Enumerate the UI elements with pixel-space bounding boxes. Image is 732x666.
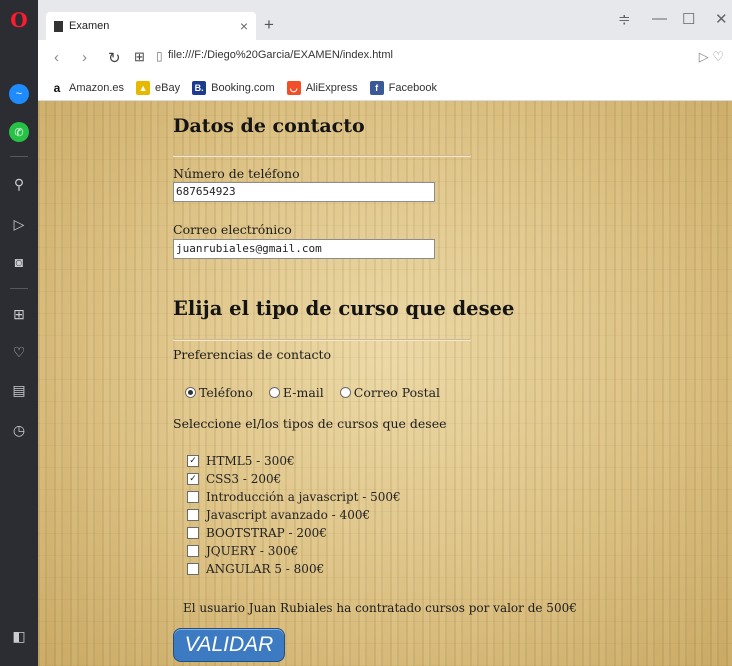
course-label: HTML5 - 300€	[206, 454, 295, 468]
bookmark-label: Facebook	[388, 82, 437, 94]
course-label: Introducción a javascript - 500€	[206, 490, 401, 504]
checkbox[interactable]: ✓	[187, 473, 199, 485]
validar-button[interactable]: VALIDAR	[173, 628, 285, 662]
close-tab-icon[interactable]: ×	[240, 18, 248, 34]
speed-dial-icon[interactable]: ⊞	[7, 302, 31, 326]
bookmark-label: eBay	[155, 82, 181, 94]
checkbox[interactable]	[187, 527, 199, 539]
course-label: Javascript avanzado - 400€	[206, 508, 371, 522]
bookmark-label: Booking.com	[211, 82, 275, 94]
forward-icon[interactable]: ›	[82, 49, 87, 66]
back-icon[interactable]: ‹	[54, 49, 59, 66]
heart-icon[interactable]: ♡	[7, 340, 31, 364]
radio-label: Correo Postal	[353, 385, 441, 400]
contact-pref-radio-group: Teléfono E-mail Correo Postal	[185, 385, 456, 400]
course-label: CSS3 - 200€	[206, 472, 282, 486]
close-window-icon[interactable]: ✕	[715, 10, 728, 28]
bookmarks-bar: a Amazon.es ▲ eBay B. Booking.com ◡ AliE…	[38, 76, 732, 101]
checkbox[interactable]	[187, 545, 199, 557]
course-checkbox-list: ✓ HTML5 - 300€ ✓ CSS3 - 200€ Introducción …	[187, 452, 401, 578]
new-tab-icon[interactable]: +	[264, 15, 274, 35]
summary-text: El usuario Juan Rubiales ha contratado c…	[183, 601, 577, 615]
speed-dial-icon[interactable]: ⊞	[134, 49, 145, 65]
course-item[interactable]: ✓ CSS3 - 200€	[187, 470, 401, 488]
document-icon	[54, 20, 63, 32]
web-page: Datos de contacto Número de teléfono 687…	[38, 101, 732, 666]
radio-button[interactable]	[185, 387, 196, 398]
bookmark-label: Amazon.es	[69, 82, 125, 94]
radio-label: Teléfono	[199, 385, 253, 400]
checkbox[interactable]	[187, 509, 199, 521]
maximize-icon[interactable]: ☐	[682, 10, 695, 28]
radio-telefono[interactable]: Teléfono	[185, 385, 253, 400]
radio-button[interactable]	[339, 387, 351, 398]
send-flow-button-icon[interactable]: ▷ ♡	[699, 49, 724, 65]
opera-menu-icon[interactable]: O	[7, 8, 31, 32]
opera-sidebar: O ~ ✆ ⚲ ▷ ◙ ⊞ ♡ ▤ ◷ ◧	[0, 0, 38, 666]
email-label: Correo electrónico	[173, 222, 292, 237]
snapshot-icon[interactable]: ◙	[7, 250, 31, 274]
contact-heading: Datos de contacto	[173, 115, 365, 137]
course-heading: Elija el tipo de curso que desee	[173, 297, 515, 320]
minimize-icon[interactable]: —	[652, 10, 667, 27]
course-label: BOOTSTRAP - 200€	[206, 526, 327, 540]
bookmark-facebook[interactable]: f Facebook	[369, 81, 437, 95]
whatsapp-icon[interactable]: ✆	[7, 120, 31, 144]
bookmark-ebay[interactable]: ▲ eBay	[136, 81, 180, 95]
facebook-icon: f	[369, 81, 384, 95]
history-icon[interactable]: ◷	[7, 418, 31, 442]
tab-menu-icon[interactable]: ≑	[618, 10, 631, 28]
booking-icon: B.	[192, 81, 207, 95]
page-icon: ▯	[156, 49, 163, 63]
course-label: JQUERY - 300€	[206, 544, 299, 558]
news-icon[interactable]: ▤	[7, 378, 31, 402]
bookmark-aliexpress[interactable]: ◡ AliExpress	[286, 81, 358, 95]
sidebar-toggle-icon[interactable]: ◧	[7, 624, 31, 648]
send-flow-icon[interactable]: ▷	[7, 212, 31, 236]
bookmark-label: AliExpress	[305, 82, 358, 94]
checkbox[interactable]: ✓	[187, 455, 199, 467]
phone-label: Número de teléfono	[173, 166, 300, 181]
address-bar: ‹ › ↻ ⊞ ▯ file:///F:/Diego%20Garcia/EXAM…	[38, 40, 732, 77]
email-input[interactable]: juanrubiales@gmail.com	[173, 239, 435, 259]
radio-button[interactable]	[268, 387, 280, 398]
course-item[interactable]: Javascript avanzado - 400€	[187, 506, 401, 524]
amazon-icon: a	[53, 81, 61, 95]
tab-title: Examen	[69, 20, 110, 32]
tab-examen[interactable]: Examen ×	[46, 12, 256, 40]
course-item[interactable]: ✓ HTML5 - 300€	[187, 452, 401, 470]
radio-correo-postal[interactable]: Correo Postal	[339, 385, 441, 400]
bookmark-booking[interactable]: B. Booking.com	[192, 81, 275, 95]
divider	[173, 155, 471, 157]
ebay-icon: ▲	[136, 81, 151, 95]
checkbox[interactable]	[187, 491, 199, 503]
radio-email[interactable]: E-mail	[268, 385, 324, 400]
tab-strip: Examen × + ≑ — ☐ ✕	[38, 0, 732, 40]
contact-pref-label: Preferencias de contacto	[173, 347, 332, 362]
aliexpress-icon: ◡	[286, 81, 301, 95]
messenger-icon[interactable]: ~	[7, 82, 31, 106]
radio-label: E-mail	[282, 385, 324, 400]
reload-icon[interactable]: ↻	[108, 49, 121, 67]
course-item[interactable]: JQUERY - 300€	[187, 542, 401, 560]
phone-input[interactable]: 687654923	[173, 182, 435, 202]
bookmark-amazon[interactable]: a Amazon.es	[50, 81, 124, 95]
course-select-label: Seleccione el/los tipos de cursos que de…	[173, 416, 447, 431]
course-item[interactable]: BOOTSTRAP - 200€	[187, 524, 401, 542]
course-item[interactable]: Introducción a javascript - 500€	[187, 488, 401, 506]
search-icon[interactable]: ⚲	[7, 172, 31, 196]
divider	[173, 339, 471, 341]
course-label: ANGULAR 5 - 800€	[206, 562, 325, 576]
course-item[interactable]: ANGULAR 5 - 800€	[187, 560, 401, 578]
url-field[interactable]: file:///F:/Diego%20Garcia/EXAMEN/index.h…	[168, 49, 393, 61]
checkbox[interactable]	[187, 563, 199, 575]
